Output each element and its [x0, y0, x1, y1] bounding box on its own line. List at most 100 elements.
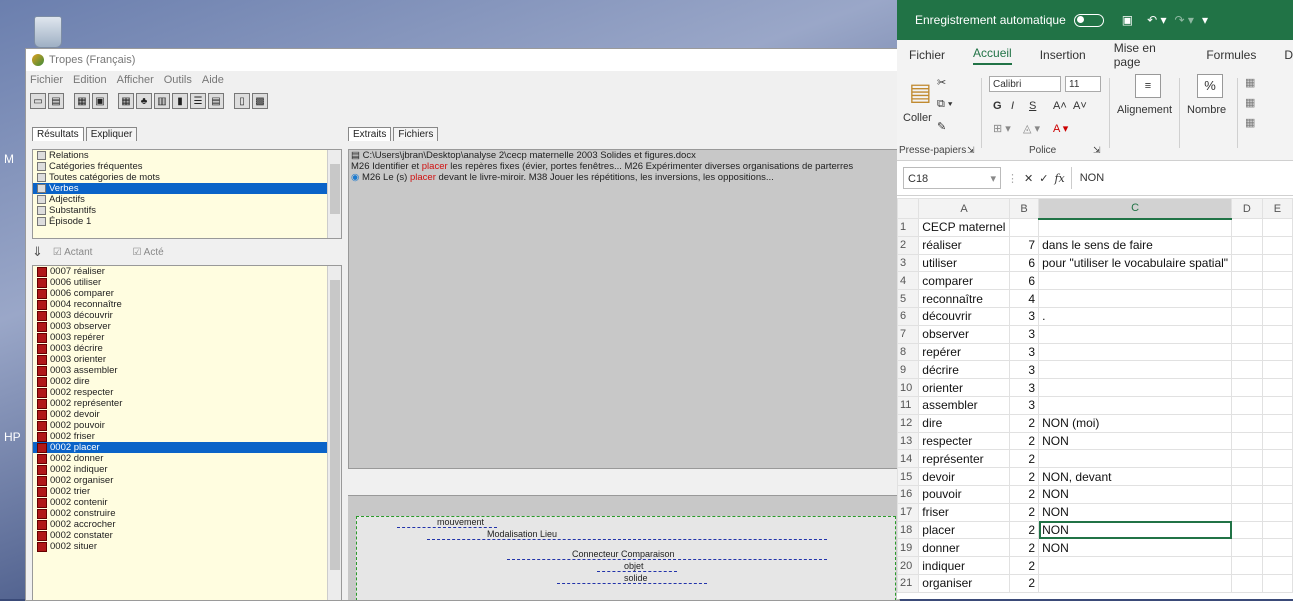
cell-d[interactable] [1231, 484, 1263, 504]
cell-d[interactable] [1231, 253, 1263, 273]
cell-d[interactable] [1231, 467, 1263, 486]
list-item[interactable]: 0002 respecter [33, 387, 341, 398]
list-item[interactable]: 0002 accrocher [33, 519, 341, 530]
cell-b[interactable]: 2 [1008, 467, 1040, 486]
bar-chart-icon[interactable]: ▮ [172, 93, 188, 109]
dictionary-icon[interactable]: ▩ [252, 93, 268, 109]
row-header[interactable]: 7 [897, 324, 920, 344]
cell-d[interactable] [1231, 360, 1263, 380]
cell-c[interactable] [1038, 556, 1233, 575]
menu-fichier[interactable]: Fichier [30, 74, 63, 86]
cell-b[interactable]: 2 [1008, 484, 1040, 504]
cell-b[interactable]: 6 [1008, 271, 1040, 291]
cell-c[interactable]: NON [1038, 520, 1233, 540]
menu-edition[interactable]: Edition [73, 74, 107, 86]
cell-b[interactable]: 2 [1008, 413, 1040, 433]
list-item[interactable]: 0006 comparer [33, 288, 341, 299]
properties-icon[interactable]: ▦ [74, 93, 90, 109]
row-header[interactable]: 15 [897, 467, 920, 486]
font-color-icon[interactable]: A ▾ [1053, 122, 1068, 135]
list-item[interactable]: 0003 découvrir [33, 310, 341, 321]
cell-b[interactable]: 4 [1008, 289, 1040, 308]
cell-b[interactable]: 2 [1008, 431, 1040, 451]
actant-checkbox[interactable]: ☑ Actant [53, 247, 93, 258]
cell-a[interactable]: découvrir [918, 306, 1010, 326]
tab-resultats[interactable]: Résultats [32, 127, 84, 141]
graph-label[interactable]: Modalisation Lieu [487, 529, 557, 539]
cell-b[interactable]: 3 [1008, 395, 1040, 415]
cell-e[interactable] [1261, 573, 1293, 593]
graph-label[interactable]: Connecteur Comparaison [572, 549, 675, 559]
cell-e[interactable] [1261, 271, 1293, 291]
cell-d[interactable] [1231, 306, 1263, 326]
row-header[interactable]: 18 [897, 520, 920, 540]
cell-c[interactable] [1038, 342, 1233, 362]
cell-e[interactable] [1261, 342, 1293, 362]
cell-d[interactable] [1231, 502, 1263, 522]
grow-font-button[interactable]: A˄ [1053, 100, 1067, 112]
undo-icon[interactable]: ↶ ▾ [1147, 13, 1166, 27]
save-icon[interactable]: ▣ [1122, 13, 1133, 27]
row-header[interactable]: 19 [897, 538, 920, 558]
row-header[interactable]: 4 [897, 271, 920, 291]
cell-c[interactable]: . [1038, 306, 1233, 326]
cell-a[interactable]: réaliser [918, 235, 1010, 255]
bold-button[interactable]: G [993, 100, 1002, 112]
column-header[interactable]: C [1038, 198, 1233, 220]
shrink-font-button[interactable]: A˅ [1073, 100, 1087, 112]
cell-b[interactable]: 2 [1008, 573, 1040, 593]
cell-styles-icon[interactable]: ▦ [1245, 116, 1255, 129]
arrow-down-icon[interactable]: ⇓ [32, 244, 43, 260]
cell-a[interactable]: assembler [918, 395, 1010, 415]
graph-label[interactable]: objet [624, 561, 644, 571]
cell-a[interactable]: pouvoir [918, 484, 1010, 504]
print-icon[interactable]: ▤ [48, 93, 64, 109]
tab-formules[interactable]: Formules [1206, 48, 1256, 62]
cell-e[interactable] [1261, 289, 1293, 308]
alignment-button[interactable]: Alignement [1117, 104, 1172, 116]
cell-e[interactable] [1261, 378, 1293, 397]
row-header[interactable]: 16 [897, 484, 920, 504]
list-item[interactable]: Relations [33, 150, 341, 161]
list-item[interactable]: 0002 organiser [33, 475, 341, 486]
cell-d[interactable] [1231, 218, 1263, 237]
redo-icon[interactable]: ↷ ▾ [1175, 13, 1194, 27]
list-item[interactable]: Adjectifs [33, 194, 341, 205]
cell-e[interactable] [1261, 306, 1293, 326]
graph-label[interactable]: mouvement [437, 517, 484, 527]
list-item[interactable]: 0006 utiliser [33, 277, 341, 288]
confirm-icon[interactable]: ✓ [1039, 172, 1048, 185]
cell-a[interactable]: friser [918, 502, 1010, 522]
list-item[interactable]: 0002 indiquer [33, 464, 341, 475]
table-icon[interactable]: ▤ [208, 93, 224, 109]
list-item[interactable]: 0002 donner [33, 453, 341, 464]
cell-d[interactable] [1231, 520, 1263, 540]
actors-icon[interactable]: ♣ [136, 93, 152, 109]
cell-d[interactable] [1231, 271, 1263, 291]
cell-a[interactable]: observer [918, 324, 1010, 344]
book-icon[interactable]: ▯ [234, 93, 250, 109]
cell-a[interactable]: utiliser [918, 253, 1010, 273]
cell-b[interactable]: 2 [1008, 520, 1040, 540]
function-icon[interactable]: fx [1054, 172, 1064, 185]
font-size-select[interactable]: 11 [1065, 76, 1101, 92]
cell-c[interactable] [1038, 271, 1233, 291]
cell-d[interactable] [1231, 573, 1263, 593]
cell-c[interactable]: NON [1038, 538, 1233, 558]
category-list-scrollbar[interactable] [327, 150, 341, 238]
number-button[interactable]: Nombre [1187, 104, 1226, 116]
cell-d[interactable] [1231, 431, 1263, 451]
table-format-icon[interactable]: ▦ [1245, 96, 1255, 109]
tab-accueil[interactable]: Accueil [973, 46, 1012, 65]
column-header[interactable]: D [1231, 198, 1263, 219]
cell-d[interactable] [1231, 449, 1263, 469]
cell-a[interactable]: dire [918, 413, 1010, 433]
tab-donnees[interactable]: D [1284, 48, 1293, 62]
cell-d[interactable] [1231, 342, 1263, 362]
tab-extraits[interactable]: Extraits [348, 127, 392, 141]
cell-e[interactable] [1261, 253, 1293, 273]
row-header[interactable]: 21 [897, 573, 920, 593]
cell-c[interactable] [1038, 573, 1233, 593]
cell-c[interactable] [1038, 378, 1233, 397]
list-item[interactable]: 0002 trier [33, 486, 341, 497]
